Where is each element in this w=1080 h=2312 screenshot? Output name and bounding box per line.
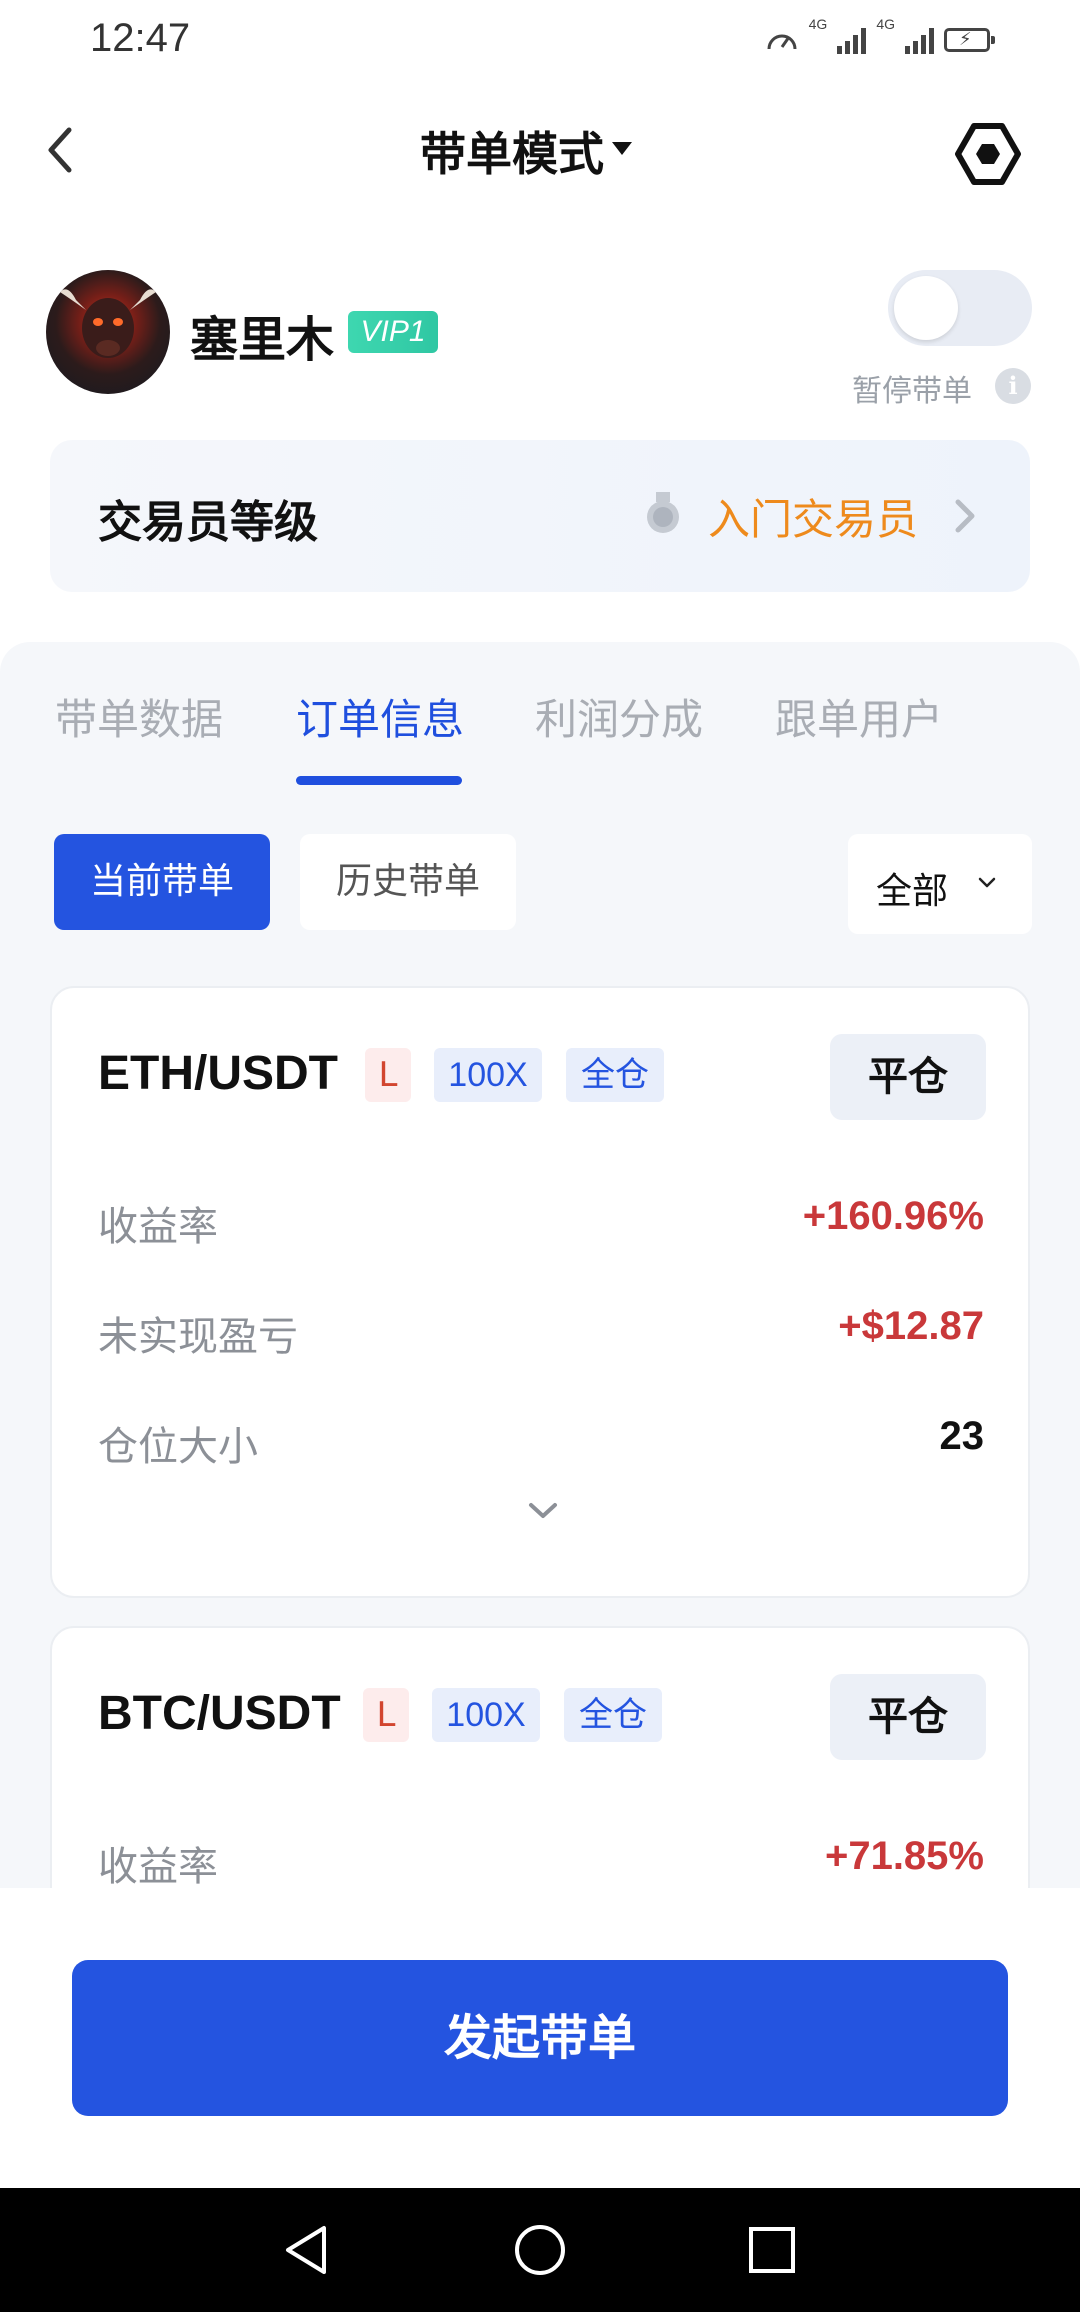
status-time: 12:47 — [90, 16, 191, 60]
subtab-current[interactable]: 当前带单 — [54, 834, 270, 930]
signal-icon — [905, 26, 934, 54]
trader-level-label: 交易员等级 — [98, 497, 318, 548]
order-pair: BTC/USDT — [98, 1687, 341, 1740]
chevron-down-icon — [978, 877, 996, 888]
row-label-roi: 收益率 — [98, 1204, 218, 1250]
tab-lead-data[interactable]: 带单数据 — [55, 686, 223, 747]
expand-chevron-icon[interactable] — [526, 1500, 560, 1522]
system-nav-bar — [0, 2188, 1080, 2312]
row-label-position-size: 仓位大小 — [98, 1424, 258, 1470]
trader-level-card[interactable]: 交易员等级 入门交易员 — [50, 440, 1030, 592]
toggle-knob — [894, 276, 958, 340]
nav-recents-icon[interactable] — [742, 2220, 802, 2280]
subtab-history[interactable]: 历史带单 — [300, 834, 516, 930]
pause-label: 暂停带单 — [852, 374, 972, 409]
network-type-1: 4G — [808, 16, 828, 32]
row-value-roi: +71.85% — [824, 1834, 984, 1878]
tab-order-info[interactable]: 订单信息 — [296, 686, 464, 747]
margin-mode-tag: 全仓 — [566, 1048, 664, 1102]
settings-button[interactable] — [952, 118, 1024, 190]
medal-icon — [647, 492, 679, 533]
filter-value: 全部 — [876, 871, 949, 912]
user-name: 塞里木 — [190, 312, 335, 368]
row-value-position-size: 23 — [939, 1414, 985, 1458]
close-position-button[interactable]: 平仓 — [830, 1674, 986, 1760]
order-card: ETH/USDT L 100X 全仓 平仓 收益率 +160.96% 未实现盈亏… — [50, 986, 1030, 1598]
status-icons: 4G 4G ⚡ — [765, 16, 995, 62]
vip-badge: VIP1 — [348, 311, 438, 353]
row-value-unrealized-pnl: +$12.87 — [838, 1304, 984, 1348]
row-value-roi: +160.96% — [802, 1194, 984, 1238]
side-tag: L — [365, 1048, 411, 1102]
leverage-tag: 100X — [432, 1688, 540, 1742]
filter-select[interactable]: 全部 — [848, 834, 1032, 934]
bull-avatar-image — [60, 289, 156, 358]
chevron-right-icon — [955, 499, 975, 533]
row-label-roi: 收益率 — [98, 1844, 218, 1890]
margin-mode-tag: 全仓 — [564, 1688, 662, 1742]
nav-home-icon[interactable] — [510, 2220, 570, 2280]
signal-icon — [837, 26, 867, 54]
info-icon[interactable]: i — [995, 368, 1031, 404]
nav-back-icon[interactable] — [278, 2220, 338, 2280]
network-type-2: 4G — [876, 16, 895, 32]
page-title-text[interactable]: 带单模式 — [420, 127, 604, 181]
dropdown-caret-icon[interactable] — [612, 142, 632, 155]
row-label-unrealized-pnl: 未实现盈亏 — [98, 1314, 298, 1360]
close-position-button[interactable]: 平仓 — [830, 1034, 986, 1120]
leverage-tag: 100X — [434, 1048, 542, 1102]
tab-followers[interactable]: 跟单用户 — [775, 686, 943, 747]
order-pair: ETH/USDT — [98, 1047, 338, 1100]
tab-profit-share[interactable]: 利润分成 — [535, 686, 703, 747]
side-tag: L — [363, 1688, 409, 1742]
pause-toggle[interactable] — [888, 270, 1032, 346]
start-copy-trade-button[interactable]: 发起带单 — [72, 1960, 1008, 2116]
avatar[interactable] — [46, 270, 170, 394]
active-tab-indicator — [296, 776, 462, 785]
trader-level-value: 入门交易员 — [708, 495, 919, 544]
hexagon-settings-icon — [955, 123, 1021, 185]
speed-icon — [767, 34, 797, 50]
battery-charging-icon: ⚡ — [944, 28, 995, 52]
page-title[interactable]: 带单模式 — [0, 118, 1080, 184]
